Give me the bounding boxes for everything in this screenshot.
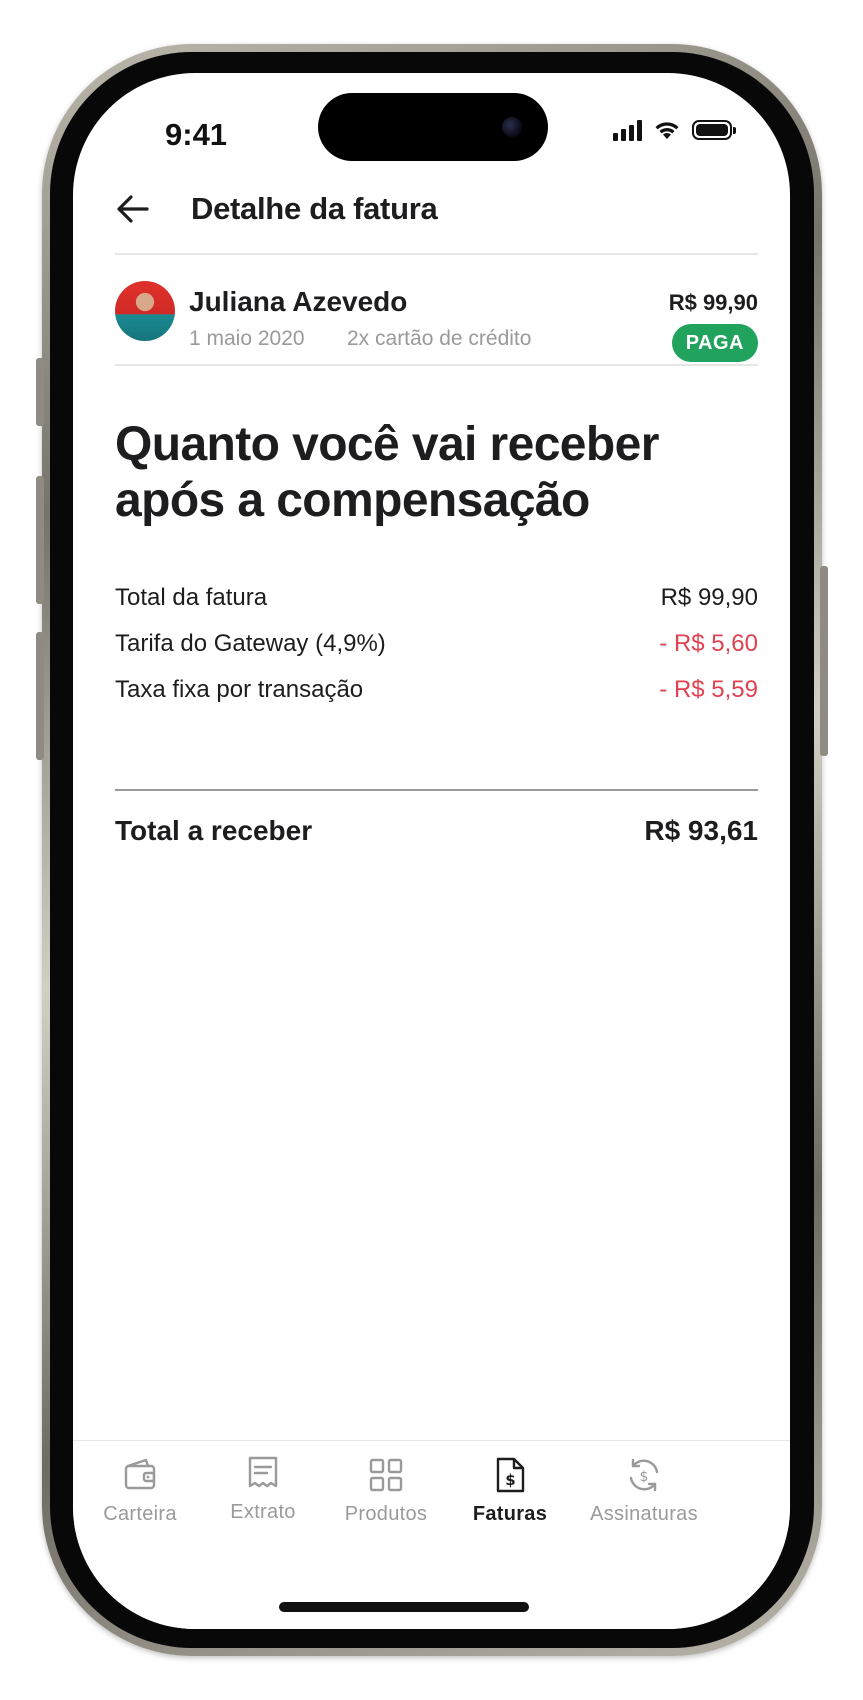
line-item-total-invoice: Total da fatura R$ 99,90	[115, 575, 758, 621]
bottom-tab-bar: Carteira Extrato Produtos $ Faturas $ As…	[73, 1440, 790, 1629]
home-indicator	[279, 1602, 529, 1612]
line-item-value: - R$ 5,60	[659, 630, 758, 657]
line-item-label: Taxa fixa por transação	[115, 676, 364, 703]
line-item-value: R$ 99,90	[660, 584, 758, 611]
mute-switch	[36, 358, 44, 426]
total-row: Total a receber R$ 93,61	[115, 815, 758, 847]
power-button	[820, 566, 828, 756]
tab-label: Assinaturas	[590, 1503, 698, 1525]
line-item-label: Tarifa do Gateway (4,9%)	[115, 630, 386, 657]
tab-label: Extrato	[230, 1501, 296, 1523]
total-divider	[115, 789, 758, 791]
summary-heading: Quanto você vai receber após a compensaç…	[115, 418, 659, 527]
grid-icon	[369, 1458, 403, 1492]
svg-text:$: $	[505, 1471, 515, 1489]
receipt-icon	[248, 1456, 278, 1488]
volume-down-button	[36, 632, 44, 760]
front-camera	[502, 117, 522, 137]
total-label: Total a receber	[115, 815, 313, 846]
page-title: Detalhe da fatura	[191, 191, 438, 226]
line-item-gateway-fee: Tarifa do Gateway (4,9%) - R$ 5,60	[115, 621, 758, 667]
tab-label: Carteira	[103, 1503, 177, 1525]
customer-name: Juliana Azevedo	[189, 286, 408, 317]
status-time: 9:41	[165, 117, 228, 152]
invoice-date: 1 maio 2020	[189, 327, 305, 350]
app-screen: 9:41 Detalhe da fatura Juliana Azevedo 1…	[73, 73, 790, 1629]
battery-icon	[692, 120, 736, 140]
fee-breakdown: Total da fatura R$ 99,90 Tarifa do Gatew…	[115, 575, 758, 713]
tab-label: Faturas	[472, 1503, 548, 1525]
dynamic-island	[318, 93, 548, 161]
cellular-signal-icon	[613, 119, 642, 141]
divider-bottom	[115, 364, 758, 366]
customer-avatar	[115, 281, 175, 341]
svg-text:$: $	[640, 1469, 649, 1485]
tab-carteira[interactable]: Carteira	[73, 1455, 210, 1526]
tab-faturas[interactable]: $ Faturas	[440, 1455, 580, 1526]
invoice-amount: R$ 99,90	[668, 290, 758, 315]
invoice-summary-row[interactable]: Juliana Azevedo 1 maio 2020 2x cartão de…	[115, 276, 758, 366]
arrow-left-icon	[117, 195, 149, 223]
back-button[interactable]	[109, 185, 157, 233]
total-value: R$ 93,61	[644, 815, 758, 846]
line-item-fixed-fee: Taxa fixa por transação - R$ 5,59	[115, 667, 758, 713]
line-item-label: Total da fatura	[115, 584, 268, 611]
tab-label: Produtos	[344, 1503, 428, 1525]
invoice-dollar-icon: $	[496, 1457, 525, 1493]
payment-method: 2x cartão de crédito	[347, 327, 532, 350]
tab-assinaturas[interactable]: $ Assinaturas	[574, 1455, 714, 1526]
tab-extrato[interactable]: Extrato	[193, 1453, 333, 1524]
divider-top	[115, 253, 758, 255]
wallet-icon	[124, 1458, 156, 1490]
line-item-value: - R$ 5,59	[659, 676, 758, 703]
volume-up-button	[36, 476, 44, 604]
tab-produtos[interactable]: Produtos	[316, 1455, 456, 1526]
page-header: Detalhe da fatura	[109, 179, 438, 239]
status-icons	[613, 119, 736, 141]
wifi-icon	[655, 122, 679, 139]
status-badge: PAGA	[671, 324, 758, 362]
recurring-dollar-icon: $	[629, 1458, 659, 1492]
